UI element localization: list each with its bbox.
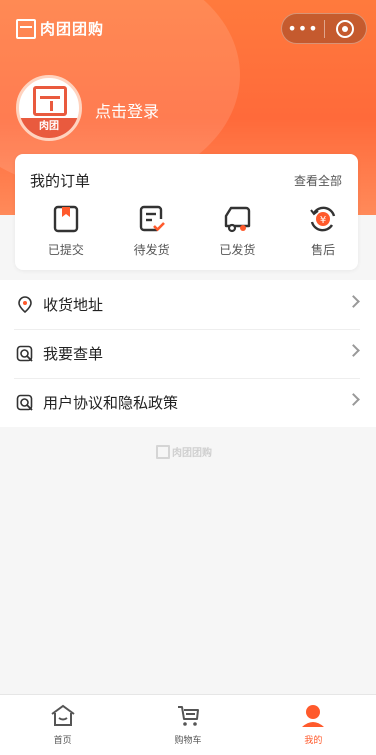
chevron-right-icon — [347, 295, 360, 308]
menu-item-label: 我要查单 — [43, 345, 104, 363]
tab-cart[interactable]: 购物车 — [125, 695, 250, 755]
home-icon — [51, 704, 75, 726]
orders-title: 我的订单 — [30, 172, 91, 190]
target-icon — [336, 19, 355, 38]
chevron-right-icon — [347, 344, 360, 357]
order-status-label: 已提交 — [47, 243, 84, 257]
footer-logo-text: 肉团团购 — [172, 448, 212, 459]
chevron-right-icon — [347, 393, 360, 406]
tab-home[interactable]: 首页 — [0, 695, 125, 755]
more-button[interactable]: ••• — [282, 13, 324, 44]
brand-logo-icon — [16, 18, 36, 39]
truck-icon — [225, 206, 251, 233]
order-status-label: 已发货 — [219, 243, 256, 257]
avatar-text: 肉团 — [19, 118, 79, 138]
order-status-label: 售后 — [311, 243, 336, 257]
watermark-logo-icon — [156, 444, 170, 459]
order-status-label: 待发货 — [133, 243, 170, 257]
agreement-icon — [16, 394, 34, 412]
order-status-submitted[interactable]: 已提交 — [31, 204, 101, 258]
menu-item-label: 用户协议和隐私政策 — [43, 394, 179, 412]
order-status-shipped[interactable]: 已发货 — [203, 204, 273, 258]
location-pin-icon — [16, 295, 34, 314]
after-sales-icon: ¥ — [310, 206, 336, 232]
footer-watermark-logo: 肉团团购 — [156, 444, 212, 459]
tab-mine[interactable]: 我的 — [251, 695, 376, 755]
brand-text: 肉团团购 — [40, 20, 105, 38]
close-miniprogram-button[interactable] — [325, 19, 366, 38]
view-all-orders-link[interactable]: 查看全部 — [294, 172, 342, 189]
svg-text:¥: ¥ — [320, 215, 326, 226]
submitted-icon — [53, 205, 79, 233]
avatar[interactable]: 肉团 — [16, 75, 82, 141]
orders-card: 我的订单 查看全部 已提交 待发货 已发货 ¥ 售后 — [15, 154, 358, 270]
menu-item-agreement[interactable]: 用户协议和隐私政策 — [0, 378, 376, 427]
order-status-after-sales[interactable]: ¥ 售后 — [288, 204, 358, 258]
login-link[interactable]: 点击登录 — [95, 98, 159, 122]
brand-logo: 肉团团购 — [16, 18, 104, 39]
cart-icon — [177, 706, 199, 726]
miniprogram-capsule: ••• — [281, 13, 367, 44]
pending-shipment-icon — [139, 205, 165, 232]
search-order-icon — [16, 345, 34, 363]
tab-label: 购物车 — [174, 736, 202, 746]
menu-item-query-order[interactable]: 我要查单 — [0, 329, 376, 378]
bottom-tab-bar: 首页 购物车 我的 — [0, 694, 376, 755]
settings-menu: 收货地址 我要查单 用户协议和隐私政策 — [0, 280, 376, 427]
menu-item-address[interactable]: 收货地址 — [0, 280, 376, 329]
menu-item-label: 收货地址 — [43, 296, 104, 314]
tab-label: 首页 — [53, 736, 72, 746]
tab-label: 我的 — [304, 736, 323, 746]
user-icon — [302, 705, 325, 727]
avatar-logo-icon — [33, 86, 67, 116]
order-status-pending[interactable]: 待发货 — [117, 204, 187, 258]
